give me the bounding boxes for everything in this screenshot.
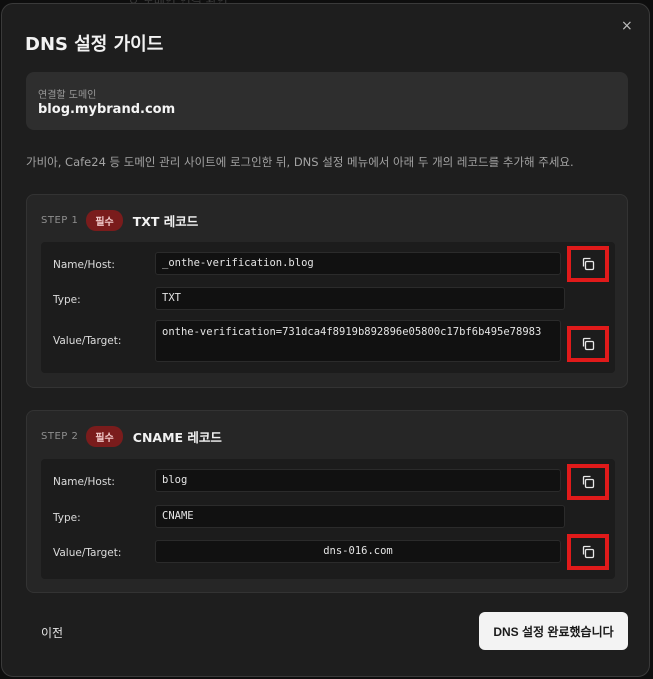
domain-label: 연결할 도메인 — [38, 90, 97, 101]
dns-done-button[interactable]: DNS 설정 완료했습니다 — [479, 612, 628, 650]
copy-icon — [582, 337, 595, 351]
back-button[interactable]: 이전 — [41, 624, 63, 641]
type-field[interactable]: CNAME — [155, 505, 565, 528]
copy-icon — [582, 475, 595, 489]
required-badge: 필수 — [86, 426, 123, 447]
step-1-card: STEP 1 필수 TXT 레코드 Name/Host: _onthe-veri… — [26, 194, 628, 388]
step-number: STEP 2 — [41, 431, 79, 442]
value-target-field[interactable]: onthe-verification=731dca4f8919b892896e0… — [155, 320, 561, 362]
copy-name-button[interactable] — [567, 464, 609, 500]
name-host-label: Name/Host: — [53, 476, 115, 488]
value-target-field[interactable]: dns-016.com — [155, 540, 561, 563]
copy-icon — [582, 257, 595, 271]
dns-guide-dialog: DNS 설정 가이드 × 연결할 도메인 blog.mybrand.com 가비… — [1, 3, 650, 677]
dialog-title: DNS 설정 가이드 — [25, 34, 164, 55]
record-details: Name/Host: blog Type: CNAME Value/Target… — [41, 459, 615, 579]
instruction-text: 가비아, Cafe24 등 도메인 관리 사이트에 로그인한 뒤, DNS 설정… — [26, 155, 574, 169]
type-label: Type: — [53, 512, 81, 524]
domain-value: blog.mybrand.com — [38, 102, 176, 117]
copy-value-button[interactable] — [567, 326, 609, 362]
value-target-label: Value/Target: — [53, 335, 122, 347]
step-2-card: STEP 2 필수 CNAME 레코드 Name/Host: blog Type… — [26, 410, 628, 593]
step-1-header: STEP 1 필수 TXT 레코드 — [41, 210, 198, 231]
name-host-label: Name/Host: — [53, 259, 115, 271]
step-title: CNAME 레코드 — [132, 430, 222, 445]
step-title: TXT 레코드 — [132, 214, 199, 229]
name-host-field[interactable]: blog — [155, 469, 561, 492]
copy-value-button[interactable] — [567, 534, 609, 570]
type-label: Type: — [53, 294, 81, 306]
close-icon[interactable]: × — [621, 18, 633, 34]
name-host-field[interactable]: _onthe-verification.blog — [155, 252, 561, 275]
required-badge: 필수 — [86, 210, 123, 231]
domain-box: 연결할 도메인 blog.mybrand.com — [26, 72, 628, 130]
step-number: STEP 1 — [41, 215, 79, 226]
copy-icon — [582, 545, 595, 559]
copy-name-button[interactable] — [567, 246, 609, 282]
type-field[interactable]: TXT — [155, 287, 565, 310]
step-2-header: STEP 2 필수 CNAME 레코드 — [41, 426, 222, 447]
record-details: Name/Host: _onthe-verification.blog Type… — [41, 242, 615, 373]
value-target-label: Value/Target: — [53, 547, 122, 559]
